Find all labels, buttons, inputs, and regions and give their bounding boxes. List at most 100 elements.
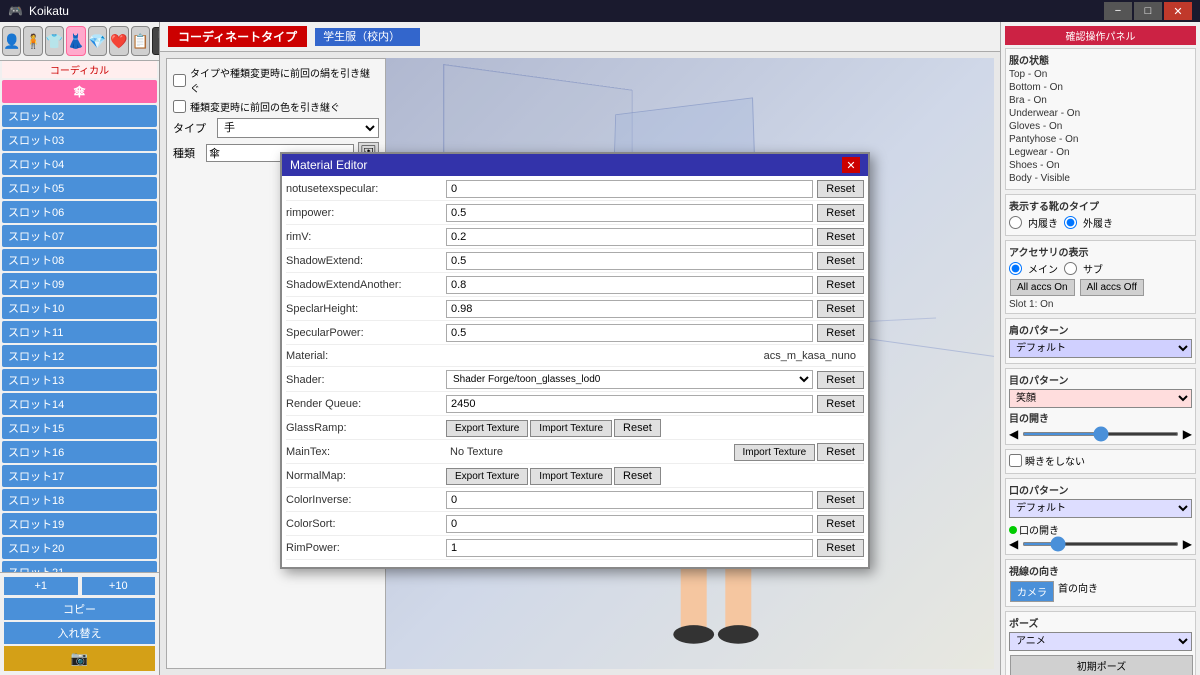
me-input[interactable] [446,491,813,509]
list-item[interactable]: スロット19 [2,513,157,535]
material-editor-close[interactable]: ✕ [842,157,860,173]
me-export-texture-button[interactable]: Export Texture [446,420,528,437]
maximize-button[interactable]: □ [1134,2,1162,20]
kuchi-pattern-select[interactable]: デフォルト [1009,499,1192,518]
minimize-button[interactable]: − [1104,2,1132,20]
list-item[interactable]: スロット05 [2,177,157,199]
list-item[interactable]: スロット04 [2,153,157,175]
kuchi-hiraki-slider[interactable] [1022,542,1179,546]
camera-button[interactable]: 📷 [4,646,155,671]
kutsu-radio-uchi[interactable] [1009,216,1022,229]
icon-dress[interactable]: 👗 [66,26,85,56]
all-accs-off-button[interactable]: All accs Off [1080,279,1144,296]
me-import-texture-button[interactable]: Import Texture [734,444,816,461]
list-item[interactable]: スロット10 [2,297,157,319]
me-reset-button[interactable]: Reset [817,252,864,270]
me-reset-button[interactable]: Reset [817,228,864,246]
me-input[interactable] [446,324,813,342]
shisen-camera-button[interactable]: カメラ [1010,581,1054,602]
kutsu-soto-label: 外履き [1083,215,1113,230]
kutsu-radio-soto[interactable] [1064,216,1077,229]
checkbox-inherit-color[interactable] [173,100,186,113]
me-import-texture-button[interactable]: Import Texture [530,468,612,485]
coord-type-select[interactable]: 学生服（校内） 体操服 水着 [315,28,420,46]
acc-radio-main[interactable] [1009,262,1022,275]
me-reset-button[interactable]: Reset [817,395,864,413]
list-item[interactable]: スロット07 [2,225,157,247]
me-reset-button[interactable]: Reset [817,324,864,342]
list-item[interactable]: スロット17 [2,465,157,487]
me-reset-button[interactable]: Reset [817,300,864,318]
me-input[interactable] [446,252,813,270]
list-item[interactable]: スロット18 [2,489,157,511]
icon-body[interactable]: 🧍 [23,26,42,56]
list-item[interactable]: スロット20 [2,537,157,559]
me-reset-button[interactable]: Reset [614,467,661,485]
kata-pattern-select[interactable]: デフォルト [1009,339,1192,358]
icon-heart[interactable]: ❤️ [109,26,128,56]
icon-shirt[interactable]: 👕 [45,26,64,56]
list-item[interactable]: スロット14 [2,393,157,415]
me-input[interactable] [446,180,813,198]
acc-radio-sub[interactable] [1064,262,1077,275]
list-item[interactable]: スロット13 [2,369,157,391]
me-reset-button[interactable]: Reset [817,204,864,222]
me-input[interactable] [446,276,813,294]
kuchi-hiraki-right-arrow[interactable]: ▶ [1183,537,1192,551]
me-input[interactable] [446,300,813,318]
pose-select[interactable]: アニメ [1009,632,1192,651]
list-item[interactable]: スロット08 [2,249,157,271]
swap-button[interactable]: 入れ替え [4,622,155,644]
me-input[interactable] [446,228,813,246]
list-item[interactable]: スロット15 [2,417,157,439]
list-item[interactable]: スロット03 [2,129,157,151]
me-reset-button[interactable]: Reset [817,515,864,533]
copy-button[interactable]: コピー [4,598,155,620]
right-panel-title: 確認操作パネル [1005,26,1196,45]
close-button[interactable]: ✕ [1164,2,1192,20]
me-input[interactable] [446,515,813,533]
list-item[interactable]: スロット16 [2,441,157,463]
kind-label: 種類 [173,145,202,161]
list-item[interactable]: スロット21 [2,561,157,572]
list-item[interactable]: スロット11 [2,321,157,343]
mabataki-checkbox[interactable] [1009,454,1022,467]
checkbox-inherit-cloth[interactable] [173,74,186,87]
icon-person[interactable]: 👤 [2,26,21,56]
me-reset-button[interactable]: Reset [817,443,864,461]
me-import-texture-button[interactable]: Import Texture [530,420,612,437]
me-input[interactable] [446,204,813,222]
me-reset-button[interactable]: Reset [817,371,864,389]
me-reset-button[interactable]: Reset [817,180,864,198]
me-label: RimPower: [286,542,446,554]
me-hiraki-left-arrow[interactable]: ◀ [1009,427,1018,441]
me-reset-button[interactable]: Reset [817,276,864,294]
plus10-button[interactable]: +10 [82,577,156,595]
me-reset-button[interactable]: Reset [817,539,864,557]
list-item[interactable]: スロット02 [2,105,157,127]
me-reset-button[interactable]: Reset [614,419,661,437]
initial-pose-button[interactable]: 初期ポーズ [1010,655,1193,675]
icon-gem[interactable]: 💎 [88,26,107,56]
me-export-texture-button[interactable]: Export Texture [446,468,528,485]
icon-doc[interactable]: 📋 [131,26,150,56]
me-input[interactable] [446,395,813,413]
me-input[interactable] [446,539,813,557]
body-toggle-row: Body - Visible [1009,173,1192,184]
kuchi-hiraki-left-arrow[interactable]: ◀ [1009,537,1018,551]
me-hiraki-right-arrow[interactable]: ▶ [1183,427,1192,441]
list-item[interactable]: スロット06 [2,201,157,223]
all-accs-on-button[interactable]: All accs On [1010,279,1075,296]
me-hiraki-slider[interactable] [1022,432,1179,436]
bgm-button[interactable]: BGM OFF [152,27,160,55]
me-row-rimpower2: RimPower: Reset [286,539,864,560]
list-item[interactable]: スロット09 [2,273,157,295]
list-item[interactable]: スロット12 [2,345,157,367]
me-row-normalmap: NormalMap: Export Texture Import Texture… [286,467,864,488]
me-pattern-select[interactable]: 笑顔 [1009,389,1192,408]
type-select[interactable]: 手 [217,118,379,138]
titlebar-controls[interactable]: − □ ✕ [1104,2,1192,20]
plus1-button[interactable]: +1 [4,577,78,595]
me-shader-select[interactable]: Shader Forge/toon_glasses_lod0 [446,370,813,389]
me-reset-button[interactable]: Reset [817,491,864,509]
